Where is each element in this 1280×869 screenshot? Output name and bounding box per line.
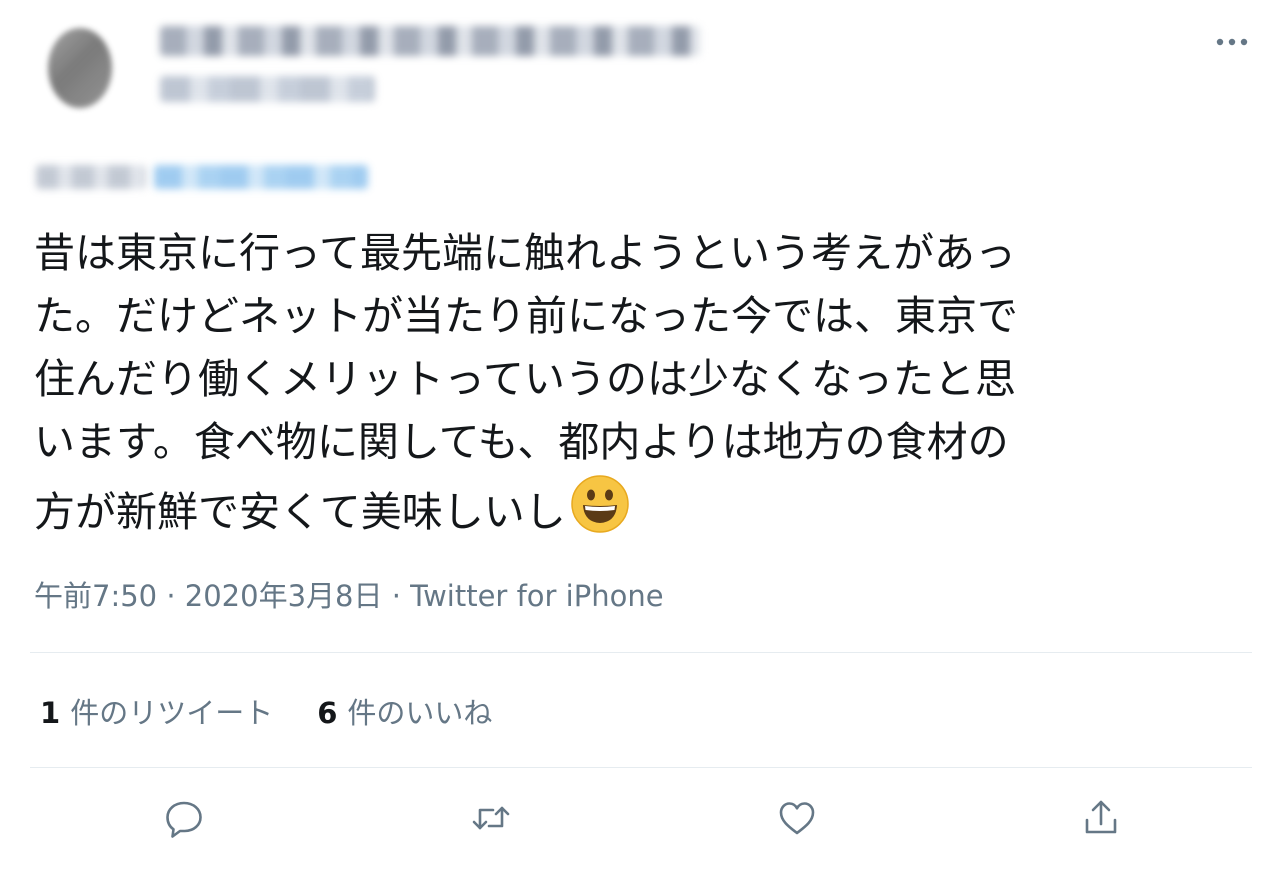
tweet-metadata: 午前7:50 · 2020年3月8日 · Twitter for iPhone bbox=[34, 573, 664, 615]
more-horizontal-icon bbox=[1216, 38, 1248, 46]
tweet-text-line: 住んだり働くメリットっていうのは少なくなったと思 bbox=[34, 355, 1016, 403]
tweet-text-line: 昔は東京に行って最先端に触れようという考えがあっ bbox=[34, 229, 1016, 277]
tweet-time: 午前7:50 bbox=[34, 579, 158, 613]
retweets-stat[interactable]: 1 件のリツイート bbox=[40, 690, 273, 732]
share-icon bbox=[1085, 800, 1117, 834]
reply-icon bbox=[166, 801, 202, 838]
username-blurred[interactable] bbox=[160, 76, 375, 102]
separator: · bbox=[157, 579, 185, 613]
tweet-date: 2020年3月8日 bbox=[184, 579, 383, 613]
tweet-text-line-last: 方が新鮮で安くて美味しいし bbox=[34, 474, 1234, 544]
reply-button[interactable] bbox=[156, 790, 212, 846]
timestamp-link[interactable]: 午前7:50 · 2020年3月8日 bbox=[34, 579, 383, 613]
avatar[interactable] bbox=[48, 28, 112, 108]
replying-to-label-blurred bbox=[36, 165, 146, 189]
retweets-label: 件のリツイート bbox=[70, 696, 274, 730]
source-link[interactable]: Twitter for iPhone bbox=[410, 579, 663, 613]
action-bar bbox=[0, 790, 1280, 850]
likes-stat[interactable]: 6 件のいいね bbox=[317, 690, 492, 732]
more-options-button[interactable] bbox=[1208, 22, 1256, 62]
divider bbox=[30, 767, 1252, 768]
separator: · bbox=[382, 579, 411, 613]
engagement-stats: 1 件のリツイート 6 件のいいね bbox=[40, 690, 492, 732]
grinning-face-emoji-icon bbox=[571, 475, 629, 533]
replying-to-mention-blurred[interactable] bbox=[154, 165, 368, 189]
divider bbox=[30, 652, 1252, 653]
tweet-text-line: います。食べ物に関しても、都内よりは地方の食材の bbox=[34, 418, 1009, 466]
likes-count: 6 bbox=[317, 696, 338, 730]
tweet-text-line: た。だけどネットが当たり前になった今では、東京で bbox=[34, 292, 1018, 340]
likes-label: 件のいいね bbox=[347, 696, 493, 730]
retweet-button[interactable] bbox=[463, 790, 519, 846]
heart-icon bbox=[779, 802, 815, 835]
retweets-count: 1 bbox=[40, 696, 61, 730]
tweet-detail: 昔は東京に行って最先端に触れようという考えがあっ た。だけどネットが当たり前にな… bbox=[0, 0, 1280, 869]
retweet-icon bbox=[472, 806, 510, 830]
like-button[interactable] bbox=[769, 790, 825, 846]
share-button[interactable] bbox=[1073, 790, 1129, 846]
tweet-text: 昔は東京に行って最先端に触れようという考えがあっ た。だけどネットが当たり前にな… bbox=[34, 222, 1234, 544]
tweet-text-line: 方が新鮮で安くて美味しいし bbox=[34, 488, 566, 536]
display-name-blurred[interactable] bbox=[160, 26, 700, 56]
